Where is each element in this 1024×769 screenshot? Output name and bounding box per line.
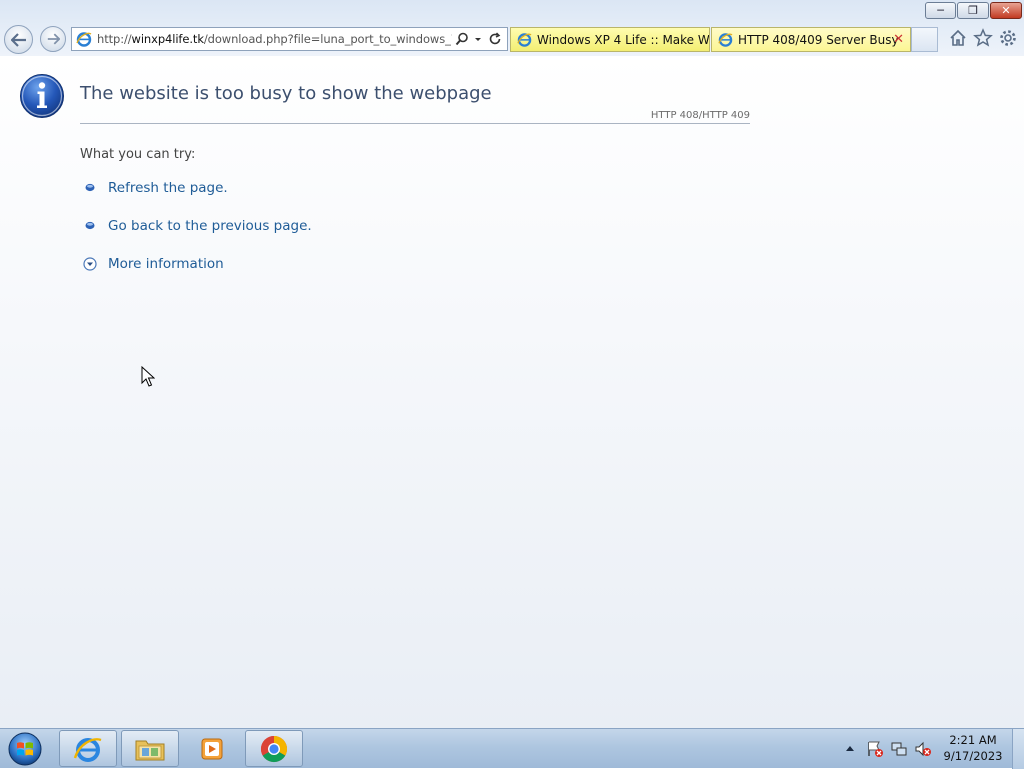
url-prefix: http:// <box>97 32 132 46</box>
minimize-icon: ─ <box>937 4 944 17</box>
tab-server-busy[interactable]: HTTP 408/409 Server Busy ✕ <box>711 27 911 52</box>
address-tools <box>455 32 502 46</box>
url-domain: winxp4life.tk <box>131 32 204 46</box>
taskbar-media-player[interactable] <box>183 730 241 767</box>
more-information-row[interactable]: More information <box>83 256 224 272</box>
tab-label: HTTP 408/409 Server Busy <box>738 32 899 47</box>
bullet-icon <box>85 221 95 230</box>
taskbar-chrome[interactable] <box>245 730 303 767</box>
tab-winxp4life[interactable]: Windows XP 4 Life :: Make Wi... <box>510 27 710 52</box>
system-clock[interactable]: 2:21 AM 9/17/2023 <box>940 732 1006 764</box>
network-icon[interactable] <box>890 740 908 758</box>
page-title: The website is too busy to show the webp… <box>80 83 492 104</box>
chrome-icon <box>260 735 288 762</box>
close-tab-icon[interactable]: ✕ <box>893 32 904 47</box>
favorites-star-icon[interactable] <box>973 28 993 48</box>
clock-time: 2:21 AM <box>949 733 997 747</box>
back-button[interactable] <box>4 25 33 54</box>
page-content: The website is too busy to show the webp… <box>0 56 1024 728</box>
new-tab-button[interactable] <box>911 27 938 52</box>
what-you-can-try-label: What you can try: <box>80 147 196 162</box>
search-icon[interactable] <box>455 32 469 46</box>
info-icon <box>20 74 64 118</box>
browser-chrome: ─ ❐ ✕ http://winxp4life.tk/download.php?… <box>0 0 1024 56</box>
ie-tab-icon <box>517 33 532 47</box>
show-desktop-button[interactable] <box>1012 729 1024 769</box>
bullet-icon <box>85 183 95 192</box>
taskbar-internet-explorer[interactable] <box>59 730 117 767</box>
taskbar: 2:21 AM 9/17/2023 <box>0 728 1024 769</box>
volume-muted-icon[interactable] <box>914 740 932 758</box>
ie-tab-icon <box>718 33 733 47</box>
tab-label: Windows XP 4 Life :: Make Wi... <box>537 32 710 47</box>
close-window-button[interactable]: ✕ <box>990 2 1022 19</box>
title-divider <box>80 123 750 124</box>
show-hidden-icons-arrow-icon[interactable] <box>845 744 855 752</box>
home-icon[interactable] <box>948 28 968 48</box>
address-bar[interactable]: http://winxp4life.tk/download.php?file=l… <box>71 27 508 51</box>
ie-page-icon <box>76 32 92 47</box>
url-text[interactable]: http://winxp4life.tk/download.php?file=l… <box>97 32 452 46</box>
taskbar-windows-explorer[interactable] <box>121 730 179 767</box>
error-code: HTTP 408/HTTP 409 <box>650 110 750 121</box>
forward-button[interactable] <box>40 26 66 52</box>
clock-date: 9/17/2023 <box>943 749 1003 763</box>
refresh-page-link[interactable]: Refresh the page. <box>108 180 228 196</box>
tools-gear-icon[interactable] <box>998 28 1018 48</box>
back-arrow-icon <box>10 32 26 47</box>
minimize-button[interactable]: ─ <box>925 2 956 19</box>
expand-chevron-down-icon[interactable] <box>83 257 97 271</box>
folder-icon <box>135 740 165 760</box>
dropdown-arrow-icon[interactable] <box>473 32 483 46</box>
media-player-icon <box>201 738 223 759</box>
more-information-link[interactable]: More information <box>108 256 224 272</box>
restore-icon: ❐ <box>968 4 978 17</box>
action-center-flag-icon[interactable] <box>866 740 884 758</box>
suggestion-go-back: Go back to the previous page. <box>84 218 312 234</box>
forward-arrow-icon <box>47 33 60 45</box>
restore-button[interactable]: ❐ <box>957 2 989 19</box>
internet-explorer-icon <box>73 737 102 762</box>
mouse-cursor-icon <box>141 366 155 387</box>
refresh-icon[interactable] <box>488 32 502 46</box>
go-back-link[interactable]: Go back to the previous page. <box>108 218 312 234</box>
suggestion-refresh: Refresh the page. <box>84 180 228 196</box>
start-button-windows-icon[interactable] <box>5 730 45 768</box>
url-path: /download.php?file=luna_port_to_windows_… <box>203 32 452 46</box>
close-icon: ✕ <box>1001 4 1011 17</box>
